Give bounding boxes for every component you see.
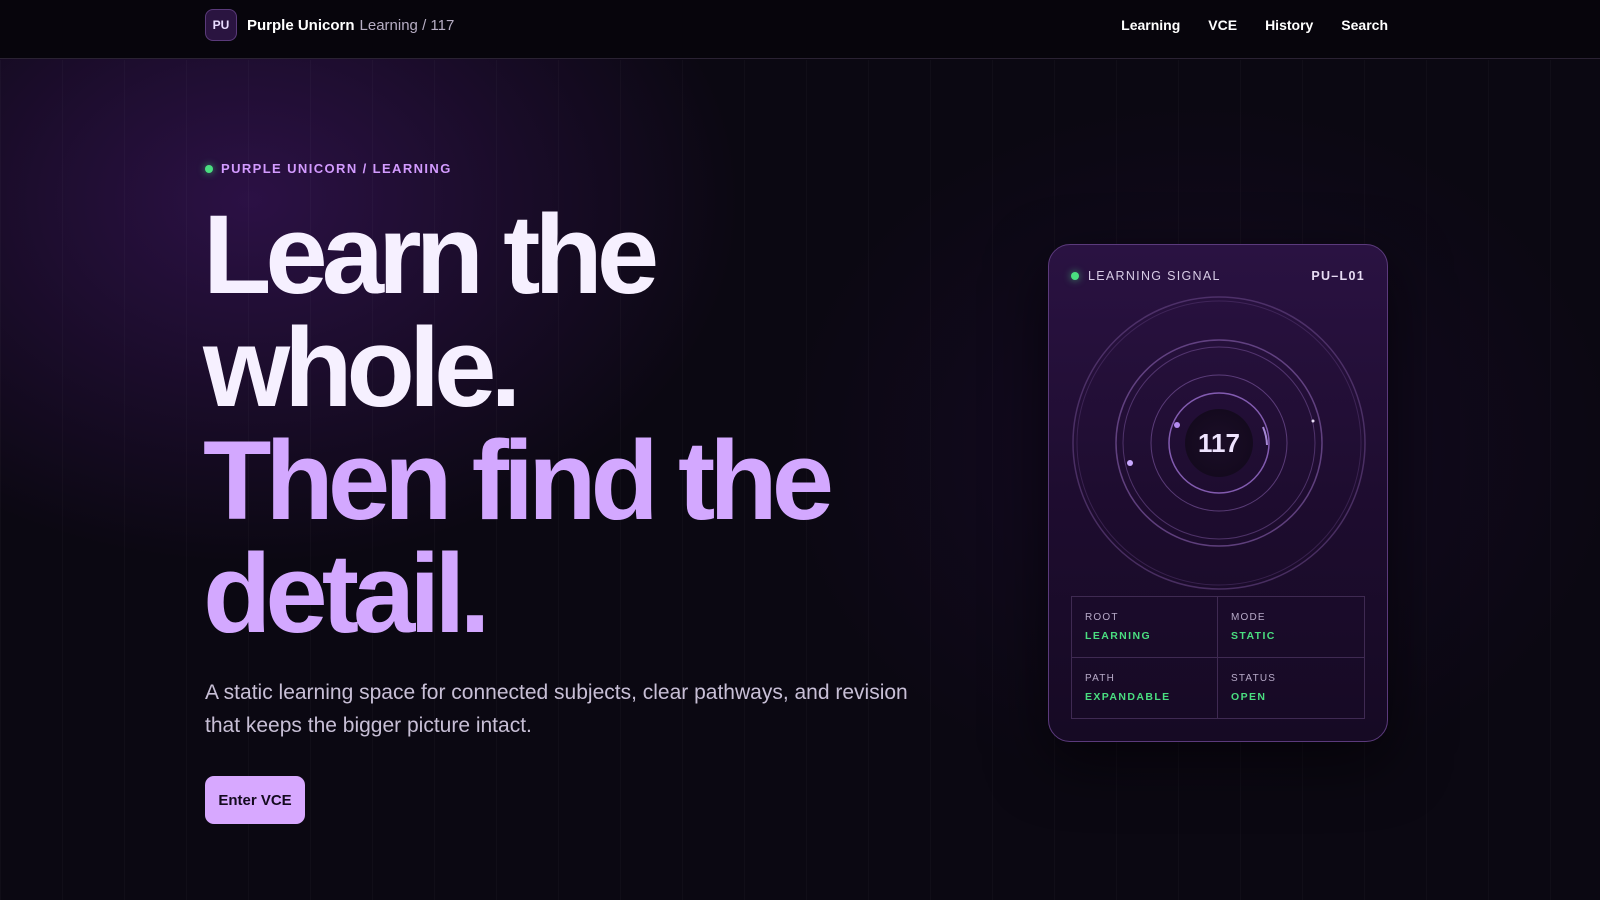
hero-headline: Learn the whole. Then find the detail.: [203, 192, 834, 656]
hero-subtitle: A static learning space for connected su…: [205, 681, 908, 737]
headline-line-3: Then find the: [203, 418, 834, 543]
stat-value: EXPANDABLE: [1085, 690, 1171, 703]
nav-link-history[interactable]: History: [1265, 17, 1313, 33]
brand[interactable]: PU Purple Unicorn Learning / 117: [205, 9, 454, 41]
logo-badge[interactable]: PU: [205, 9, 237, 41]
stat-label: PATH: [1085, 672, 1115, 684]
card-title-group: LEARNING SIGNAL: [1071, 269, 1221, 283]
learning-signal-card: LEARNING SIGNAL PU–L01 117 ROOT LEARNING…: [1048, 244, 1388, 742]
headline-line-1: Learn the: [203, 192, 659, 317]
nav-link-vce[interactable]: VCE: [1208, 17, 1237, 33]
status-dot-icon: [205, 164, 213, 173]
page: PU Purple Unicorn Learning / 117 Learnin…: [0, 0, 1600, 900]
stat-value: LEARNING: [1085, 630, 1152, 642]
stat-label: MODE: [1231, 612, 1266, 623]
stat-value: OPEN: [1231, 690, 1267, 703]
stat-path: PATH EXPANDABLE: [1072, 657, 1218, 718]
signal-radar: 117: [1071, 295, 1367, 591]
stat-value: STATIC: [1231, 630, 1276, 642]
main-nav: Learning VCE History Search: [1121, 17, 1388, 33]
card-header: LEARNING SIGNAL PU–L01: [1071, 269, 1365, 283]
headline-line-4: detail.: [203, 531, 491, 656]
brand-name[interactable]: Purple Unicorn: [247, 17, 355, 34]
eyebrow-text: PURPLE UNICORN / LEARNING: [221, 161, 452, 176]
hero-eyebrow: PURPLE UNICORN / LEARNING: [205, 161, 452, 176]
card-title: LEARNING SIGNAL: [1088, 269, 1221, 283]
stat-root: ROOT LEARNING: [1072, 597, 1218, 658]
nav-link-search[interactable]: Search: [1341, 17, 1388, 33]
top-navigation-bar: PU Purple Unicorn Learning / 117 Learnin…: [0, 0, 1600, 59]
stat-status: STATUS OPEN: [1218, 658, 1364, 719]
signal-stats-grid: ROOT LEARNING MODE STATIC PATH EXPANDABL…: [1071, 596, 1365, 719]
nav-link-learning[interactable]: Learning: [1121, 17, 1180, 33]
stat-label: STATUS: [1231, 672, 1277, 684]
brand-breadcrumb: Learning / 117: [359, 16, 455, 34]
signal-number: 117: [1198, 427, 1240, 458]
stat-mode: MODE STATIC: [1218, 597, 1364, 658]
enter-vce-button[interactable]: Enter VCE: [205, 776, 305, 824]
stat-label: ROOT: [1085, 612, 1119, 623]
card-code: PU–L01: [1311, 269, 1365, 283]
headline-line-2: whole.: [203, 305, 521, 430]
signal-dot-icon: [1071, 272, 1079, 280]
